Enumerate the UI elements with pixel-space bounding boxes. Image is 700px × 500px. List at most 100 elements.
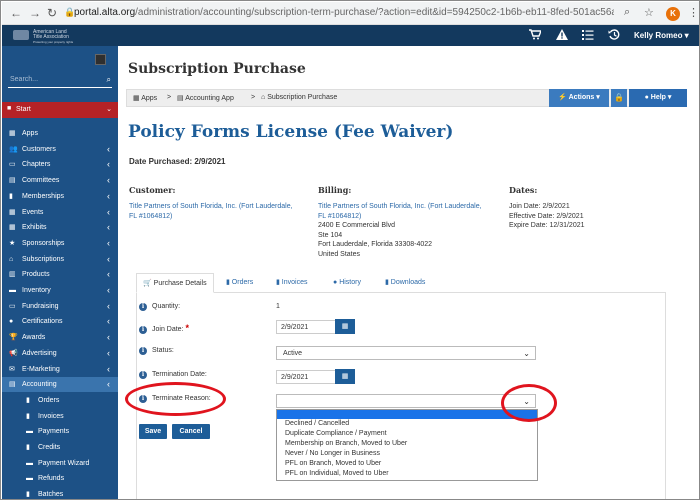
- sidebar-item-label: Customers: [22, 145, 56, 153]
- tab-downloads[interactable]: ▮ Downloads: [385, 273, 425, 293]
- sidebar-item-label: Memberships: [22, 192, 65, 200]
- sidebar-subitem-label: Payment Wizard: [38, 459, 90, 467]
- alert-icon[interactable]: [556, 29, 568, 43]
- annotation-ring-reason-label: [125, 382, 226, 416]
- lock-button[interactable]: 🔒: [611, 89, 627, 107]
- address-bar[interactable]: portal.alta.org/administration/accountin…: [74, 5, 614, 21]
- sidebar-item-exhibits[interactable]: ▦ Exhibits ‹: [2, 220, 118, 235]
- sidebar-item-accounting[interactable]: ▤ Accounting ‹: [2, 377, 118, 393]
- dropdown-option[interactable]: Declined / Cancelled: [285, 420, 349, 427]
- sidebar-item-emarketing[interactable]: ✉ E-Marketing ‹: [2, 362, 118, 377]
- join-date-input[interactable]: 2/9/2021: [276, 320, 336, 334]
- calendar-icon[interactable]: ▦: [335, 369, 355, 384]
- orders-icon: ▮: [26, 396, 30, 404]
- products-icon: ▥: [9, 271, 16, 279]
- sidebar-subitem-payments[interactable]: ▬ Payments: [2, 424, 118, 439]
- info-icon: i: [139, 303, 147, 311]
- dropdown-option-blank[interactable]: [277, 410, 537, 419]
- sidebar-subitem-payment-wizard[interactable]: ▬ Payment Wizard: [2, 456, 118, 471]
- sidebar-item-inventory[interactable]: ▬ Inventory ‹: [2, 283, 118, 298]
- save-button[interactable]: Save: [139, 424, 167, 439]
- billing-line2[interactable]: FL #1064812): [318, 212, 482, 222]
- dropdown-option[interactable]: Duplicate Compliance / Payment: [285, 430, 387, 437]
- forward-icon[interactable]: →: [29, 6, 41, 20]
- sidebar-subitem-orders[interactable]: ▮ Orders: [2, 393, 118, 408]
- sidebar-item-customers[interactable]: 👥 Customers ‹: [2, 142, 118, 157]
- search-icon[interactable]: ⌕: [624, 6, 630, 19]
- chevron-down-icon: ⌄: [106, 106, 112, 113]
- chevron-left-icon: ‹: [107, 379, 110, 390]
- sidebar-item-memberships[interactable]: ▮ Memberships ‹: [2, 189, 118, 204]
- help-label: Help ▾: [650, 94, 672, 101]
- profile-avatar[interactable]: K: [666, 7, 680, 21]
- tab-orders[interactable]: ▮ Orders: [226, 273, 253, 293]
- sidebar-item-awards[interactable]: 🏆 Awards ‹: [2, 330, 118, 345]
- sidebar-item-committees[interactable]: ▤ Committees ‹: [2, 173, 118, 188]
- sidebar-item-certifications[interactable]: ● Certifications ‹: [2, 314, 118, 329]
- reload-icon[interactable]: ↻: [47, 6, 57, 20]
- customer-link[interactable]: Title Partners of South Florida, Inc. (F…: [129, 202, 293, 221]
- sidebar-toggle-button[interactable]: [95, 54, 106, 65]
- tab-label: Purchase Details: [153, 280, 207, 287]
- cart-icon[interactable]: [529, 29, 543, 43]
- tab-history[interactable]: ● History: [333, 273, 361, 293]
- logo-line3: Protecting your property rights: [33, 40, 74, 44]
- sidebar-item-fundraising[interactable]: ▭ Fundraising ‹: [2, 299, 118, 314]
- exhibits-icon: ▦: [9, 224, 16, 232]
- join-date-text: Join Date: 2/9/2021: [509, 203, 570, 210]
- status-select[interactable]: Active ⌄: [276, 346, 536, 360]
- chevron-left-icon: ‹: [107, 190, 110, 201]
- alta-logo[interactable]: American Land Title Association Protecting…: [13, 29, 83, 44]
- accounting-icon: ▤: [9, 381, 16, 389]
- breadcrumb-accounting-app[interactable]: ▤ Accounting App: [177, 94, 234, 102]
- user-menu[interactable]: Kelly Romeo ▾: [634, 31, 689, 40]
- tab-label: History: [339, 279, 361, 286]
- calendar-icon[interactable]: ▦: [335, 319, 355, 334]
- sidebar-item-apps[interactable]: ▦ Apps: [2, 126, 118, 141]
- breadcrumb-apps[interactable]: ▦ Apps: [133, 94, 157, 102]
- search-icon[interactable]: ⌕: [107, 75, 111, 85]
- sidebar-subitem-credits[interactable]: ▮ Credits: [2, 440, 118, 455]
- sidebar-subitem-refunds[interactable]: ▬ Refunds: [2, 471, 118, 486]
- sidebar-item-events[interactable]: ▦ Events ‹: [2, 205, 118, 220]
- quantity-label-text: Quantity:: [152, 303, 181, 310]
- sidebar-item-chapters[interactable]: ▭ Chapters ‹: [2, 157, 118, 172]
- dropdown-option[interactable]: Never / No Longer in Business: [285, 450, 380, 457]
- browser-toolbar: ← → ↻ 🔒 portal.alta.org/administration/a…: [2, 2, 699, 25]
- lock-icon: 🔒: [614, 93, 624, 102]
- sidebar-item-label: Fundraising: [22, 302, 59, 310]
- customer-line2: FL #1064812): [129, 212, 173, 220]
- tasks-icon[interactable]: [582, 29, 594, 43]
- sidebar-item-sponsorships[interactable]: ★ Sponsorships ‹: [2, 236, 118, 251]
- date-purchased: Date Purchased: 2/9/2021: [129, 157, 226, 166]
- refunds-icon: ▬: [26, 475, 33, 483]
- dropdown-option[interactable]: Membership on Branch, Moved to Uber: [285, 440, 407, 447]
- terminate-reason-select[interactable]: ⌄: [276, 394, 536, 408]
- sidebar-item-products[interactable]: ▥ Products ‹: [2, 267, 118, 282]
- history-icon[interactable]: [608, 29, 620, 43]
- chevron-left-icon: ‹: [107, 269, 110, 280]
- cancel-button[interactable]: Cancel: [172, 424, 210, 439]
- star-icon[interactable]: ☆: [644, 6, 654, 19]
- sidebar-item-label: Awards: [22, 334, 46, 342]
- sidebar-subitem-batches[interactable]: ▮ Batches: [2, 487, 118, 499]
- tab-purchase-details[interactable]: 🛒 Purchase Details: [136, 273, 214, 293]
- tab-bar: 🛒 Purchase Details ▮ Orders ▮ Invoices ●…: [136, 273, 666, 293]
- actions-button[interactable]: ⚡ Actions ▾: [549, 89, 609, 107]
- dates-block: Join Date: 2/9/2021 Effective Date: 2/9/…: [509, 202, 585, 231]
- sidebar-item-advertising[interactable]: 📢 Advertising ‹: [2, 346, 118, 361]
- dropdown-option[interactable]: PFL on Individual, Moved to Uber: [285, 470, 389, 477]
- dropdown-option[interactable]: PFL on Branch, Moved to Uber: [285, 460, 381, 467]
- sidebar-item-label: Subscriptions: [22, 255, 65, 263]
- sidebar-item-subscriptions[interactable]: ⌂ Subscriptions ‹: [2, 252, 118, 267]
- tab-invoices[interactable]: ▮ Invoices: [276, 273, 307, 293]
- back-icon[interactable]: ←: [10, 6, 22, 20]
- logo-mark-icon: [13, 30, 29, 40]
- help-button[interactable]: ● Help ▾: [629, 89, 687, 107]
- sidebar-start[interactable]: ■ Start ⌄: [2, 102, 118, 118]
- billing-line1[interactable]: Title Partners of South Florida, Inc. (F…: [318, 202, 482, 212]
- termination-date-input[interactable]: 2/9/2021: [276, 370, 336, 384]
- menu-icon[interactable]: ⋮: [688, 6, 699, 19]
- sidebar-subitem-invoices[interactable]: ▮ Invoices: [2, 409, 118, 424]
- sidebar-search-input[interactable]: Search... ⌕: [8, 75, 112, 88]
